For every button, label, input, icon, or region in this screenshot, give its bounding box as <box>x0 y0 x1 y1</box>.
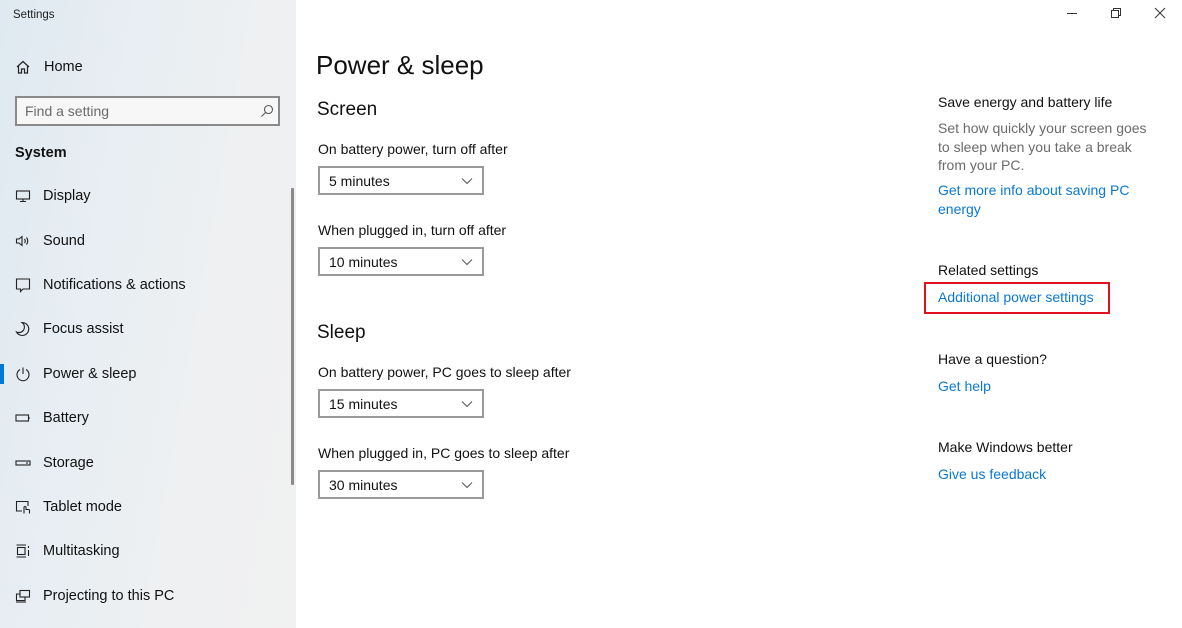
give-feedback-link[interactable]: Give us feedback <box>938 465 1046 484</box>
notification-icon <box>14 276 32 294</box>
chevron-down-icon <box>452 400 482 408</box>
sidebar-item-tablet-mode[interactable]: Tablet mode <box>0 485 290 529</box>
sidebar-item-label: Tablet mode <box>43 498 122 515</box>
speaker-icon <box>14 232 32 250</box>
sidebar-item-label: Display <box>43 188 91 205</box>
close-button[interactable] <box>1138 0 1182 30</box>
save-energy-description: Set how quickly your screen goes to slee… <box>938 120 1147 173</box>
related-settings-heading: Related settings <box>938 262 1039 278</box>
sidebar-item-storage[interactable]: Storage <box>0 440 290 484</box>
section-label-system: System <box>15 145 67 161</box>
power-icon <box>14 365 32 383</box>
window-controls <box>1050 0 1182 30</box>
sidebar-item-battery[interactable]: Battery <box>0 396 290 440</box>
minimize-button[interactable] <box>1050 0 1094 30</box>
dropdown-value: 10 minutes <box>329 253 398 270</box>
sidebar-item-multitasking[interactable]: Multitasking <box>0 529 290 573</box>
dropdown-value: 5 minutes <box>329 172 390 189</box>
app-title: Settings <box>13 9 55 21</box>
home-button[interactable]: Home <box>14 57 83 77</box>
display-icon <box>14 187 32 205</box>
search-input[interactable] <box>17 98 256 124</box>
sleep-plugged-label: When plugged in, PC goes to sleep after <box>318 445 570 461</box>
tablet-mode-icon <box>14 498 32 516</box>
highlight-box <box>924 282 1110 314</box>
dropdown-value: 15 minutes <box>329 395 398 412</box>
screen-plugged-label: When plugged in, turn off after <box>318 222 507 238</box>
home-label: Home <box>44 59 83 75</box>
sleep-plugged-dropdown[interactable]: 30 minutes <box>318 470 484 499</box>
multitasking-icon <box>14 542 32 560</box>
screen-section-title: Screen <box>317 99 378 120</box>
chevron-down-icon <box>452 177 482 185</box>
save-energy-heading: Save energy and battery life <box>938 94 1113 110</box>
screen-battery-label: On battery power, turn off after <box>318 141 508 157</box>
dropdown-value: 30 minutes <box>329 476 398 493</box>
home-icon <box>14 58 32 76</box>
save-energy-info-link[interactable]: Get more info about saving PC energy <box>938 181 1138 218</box>
sidebar-nav: Display Sound Notifications & actions Fo… <box>0 174 290 618</box>
chevron-down-icon <box>452 258 482 266</box>
moon-icon <box>14 320 32 338</box>
feedback-heading: Make Windows better <box>938 439 1073 455</box>
screen-battery-dropdown[interactable]: 5 minutes <box>318 166 484 195</box>
sidebar-item-label: Power & sleep <box>43 365 137 382</box>
sleep-section-title: Sleep <box>317 322 366 343</box>
sidebar-item-label: Focus assist <box>43 321 124 338</box>
sidebar-item-power-sleep[interactable]: Power & sleep <box>0 352 290 396</box>
sidebar-item-notifications[interactable]: Notifications & actions <box>0 263 290 307</box>
projecting-icon <box>14 587 32 605</box>
sleep-battery-label: On battery power, PC goes to sleep after <box>318 364 571 380</box>
sidebar-item-label: Projecting to this PC <box>43 587 175 604</box>
chevron-down-icon <box>452 481 482 489</box>
close-icon <box>1154 6 1166 24</box>
sidebar-item-label: Storage <box>43 454 94 471</box>
sidebar-item-focus-assist[interactable]: Focus assist <box>0 307 290 351</box>
sidebar-item-label: Notifications & actions <box>43 276 186 293</box>
sidebar-item-sound[interactable]: Sound <box>0 218 290 262</box>
storage-icon <box>14 454 32 472</box>
restore-icon <box>1110 6 1122 24</box>
battery-icon <box>14 409 32 427</box>
sidebar-item-label: Sound <box>43 232 85 249</box>
sidebar-scrollbar[interactable] <box>291 188 294 485</box>
search-box[interactable] <box>15 96 280 126</box>
sleep-battery-dropdown[interactable]: 15 minutes <box>318 389 484 418</box>
sidebar-item-label: Battery <box>43 410 89 427</box>
get-help-link[interactable]: Get help <box>938 377 991 396</box>
sidebar-item-display[interactable]: Display <box>0 174 290 218</box>
sidebar: Settings Home System Display So <box>0 0 296 628</box>
sidebar-item-label: Multitasking <box>43 543 120 560</box>
screen-plugged-dropdown[interactable]: 10 minutes <box>318 247 484 276</box>
sidebar-item-projecting[interactable]: Projecting to this PC <box>0 574 290 618</box>
page-title: Power & sleep <box>316 50 484 80</box>
search-icon[interactable] <box>256 104 278 118</box>
question-heading: Have a question? <box>938 351 1047 367</box>
restore-button[interactable] <box>1094 0 1138 30</box>
minimize-icon <box>1066 6 1078 24</box>
